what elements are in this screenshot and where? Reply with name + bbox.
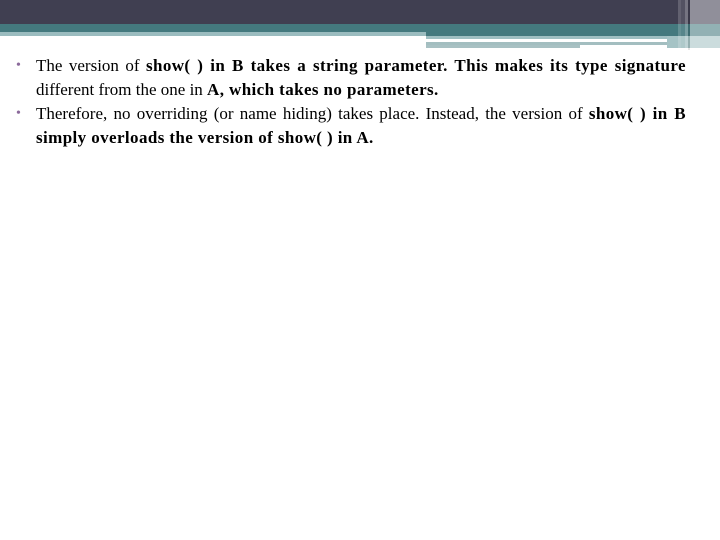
bullet-text-bold: A, which takes no parameters. (207, 80, 439, 99)
stripe (690, 0, 720, 50)
header-band-dark (0, 0, 720, 24)
bullet-text: different from the one in (36, 80, 208, 99)
header-vertical-stripes (678, 0, 720, 50)
bullet-text: Therefore, no overriding (or name hiding… (36, 104, 589, 123)
bullet-item: • Therefore, no overriding (or name hidi… (14, 102, 686, 150)
bullet-text: The version of (36, 56, 146, 75)
header-band-light-left (0, 32, 426, 36)
bullet-list: • The version of show( ) in B takes a st… (14, 54, 686, 150)
slide: Contd… • The version of show( ) in B tak… (0, 0, 720, 540)
header-band-light-strip (426, 45, 580, 48)
bullet-dot-icon: • (16, 106, 21, 121)
bullet-text-bold: show( ) in B takes a string parameter. T… (145, 56, 686, 75)
bullet-item: • The version of show( ) in B takes a st… (14, 54, 686, 102)
bullet-dot-icon: • (16, 58, 21, 73)
